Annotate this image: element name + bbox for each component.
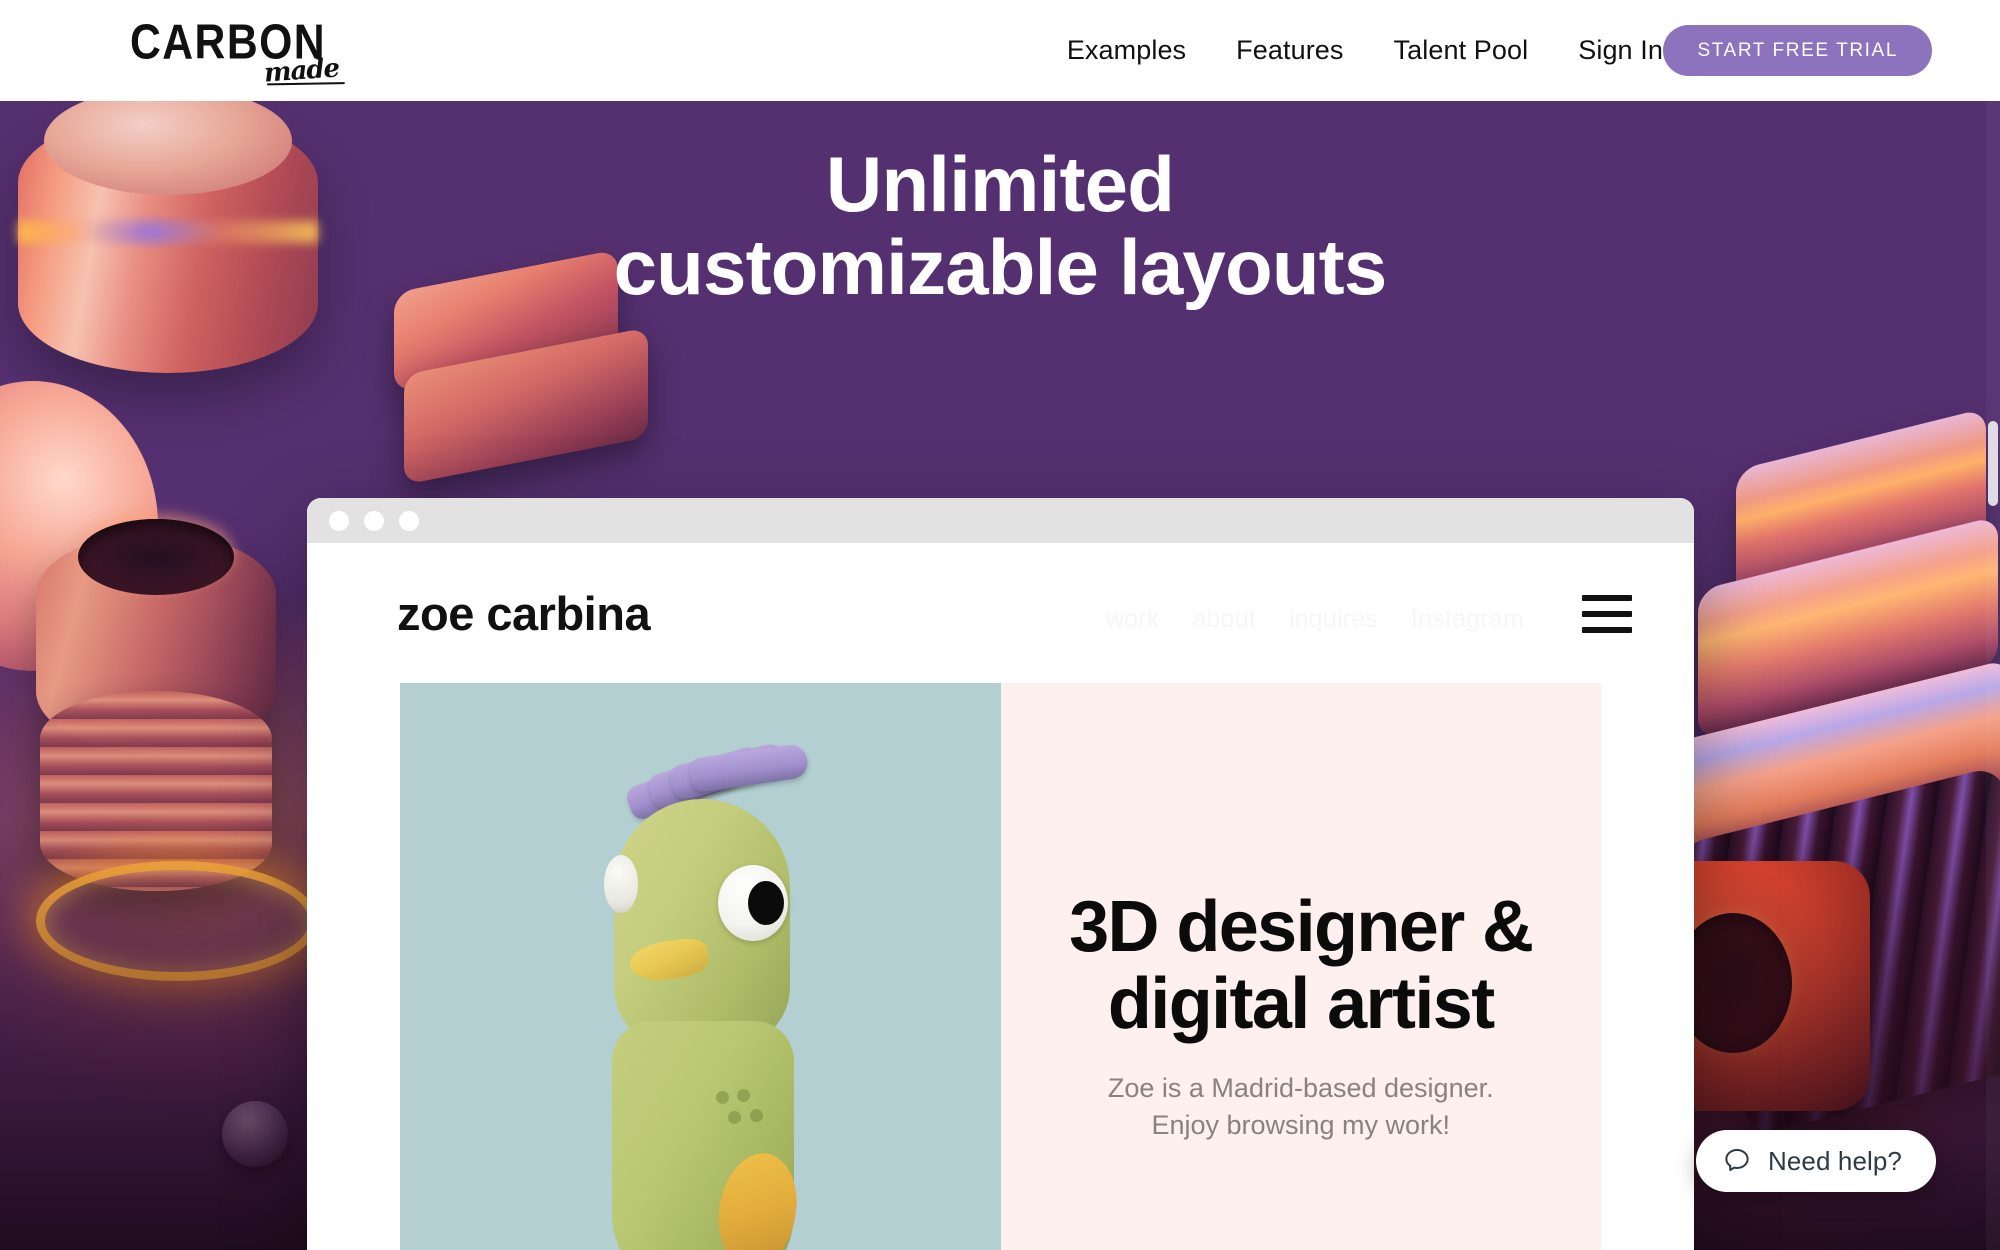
chat-bubble-icon	[1725, 1149, 1749, 1171]
portfolio-intro-panel: 3D designer & digital artist Zoe is a Ma…	[1000, 683, 1601, 1250]
bird-dot	[737, 1089, 751, 1102]
portfolio-headline-line1: 3D designer &	[1069, 887, 1534, 968]
bird-mohawk-blade	[688, 742, 811, 794]
bird-eye-far	[604, 855, 639, 913]
maximize-dot-icon[interactable]	[399, 510, 419, 531]
portfolio-nav-work[interactable]: work	[1106, 605, 1160, 634]
site-header: CARBON made Examples Features Talent Poo…	[0, 0, 2000, 101]
portfolio-subtitle-line1: Zoe is a Madrid-based designer.	[1107, 1073, 1494, 1104]
bird-dot	[716, 1091, 730, 1104]
hamburger-bar-bottom	[1582, 627, 1632, 633]
browser-mockup: zoe carbina work about inquires Instagra…	[307, 498, 1694, 1250]
portfolio-headline: 3D designer & digital artist	[1069, 887, 1534, 1044]
portfolio-site: zoe carbina work about inquires Instagra…	[307, 543, 1694, 1250]
hero-title-line1: Unlimited	[825, 140, 1175, 228]
carbonmade-logo[interactable]: CARBON made	[130, 17, 345, 88]
portfolio-nav-instagram[interactable]: Instagram	[1411, 605, 1524, 634]
portfolio-brand[interactable]: zoe carbina	[397, 586, 651, 641]
hero-title: Unlimited customizable layouts	[0, 143, 2000, 308]
bird-eye-near	[718, 865, 789, 941]
bird-illustration	[550, 741, 850, 1250]
portfolio-nav-inquires[interactable]: inquires	[1289, 605, 1378, 634]
nav-link-examples[interactable]: Examples	[1042, 35, 1211, 66]
bird-pupil	[748, 881, 785, 925]
page-scrollbar-track[interactable]	[1986, 101, 2000, 1250]
portfolio-header: zoe carbina work about inquires Instagra…	[307, 543, 1694, 683]
hamburger-bar-middle	[1582, 611, 1632, 617]
portfolio-artwork-panel	[400, 683, 1001, 1250]
bird-body-dots	[716, 1089, 768, 1133]
page-scrollbar-thumb[interactable]	[1988, 421, 1998, 506]
page-root: CARBON made Examples Features Talent Poo…	[0, 0, 2000, 1250]
hamburger-bar-top	[1582, 595, 1632, 601]
logo-secondary-text: made	[262, 53, 340, 89]
start-free-trial-button[interactable]: START FREE TRIAL	[1663, 25, 1932, 76]
bird-dot	[728, 1111, 742, 1124]
hero-section: Unlimited customizable layouts zoe carbi…	[0, 101, 2000, 1250]
hero-title-line2: customizable layouts	[613, 222, 1388, 311]
browser-chrome-bar	[307, 498, 1694, 543]
hamburger-icon[interactable]	[1582, 595, 1632, 633]
portfolio-headline-line2: digital artist	[1107, 963, 1495, 1044]
portfolio-body: 3D designer & digital artist Zoe is a Ma…	[307, 683, 1694, 1250]
need-help-label: Need help?	[1768, 1145, 1902, 1176]
portfolio-navigation: work about inquires Instagram	[1106, 605, 1634, 634]
need-help-widget[interactable]: Need help?	[1696, 1130, 1936, 1192]
nav-link-features[interactable]: Features	[1211, 35, 1368, 66]
minimize-dot-icon[interactable]	[364, 510, 384, 531]
portfolio-subtitle-line2: Enjoy browsing my work!	[1151, 1110, 1451, 1141]
main-navigation: Examples Features Talent Pool Sign In	[1042, 0, 1688, 101]
portfolio-nav-about[interactable]: about	[1192, 605, 1256, 634]
bird-dot	[750, 1109, 764, 1122]
nav-link-talent-pool[interactable]: Talent Pool	[1369, 35, 1554, 66]
close-dot-icon[interactable]	[329, 510, 349, 531]
portfolio-subtitle: Zoe is a Madrid-based designer. Enjoy br…	[1108, 1070, 1494, 1145]
